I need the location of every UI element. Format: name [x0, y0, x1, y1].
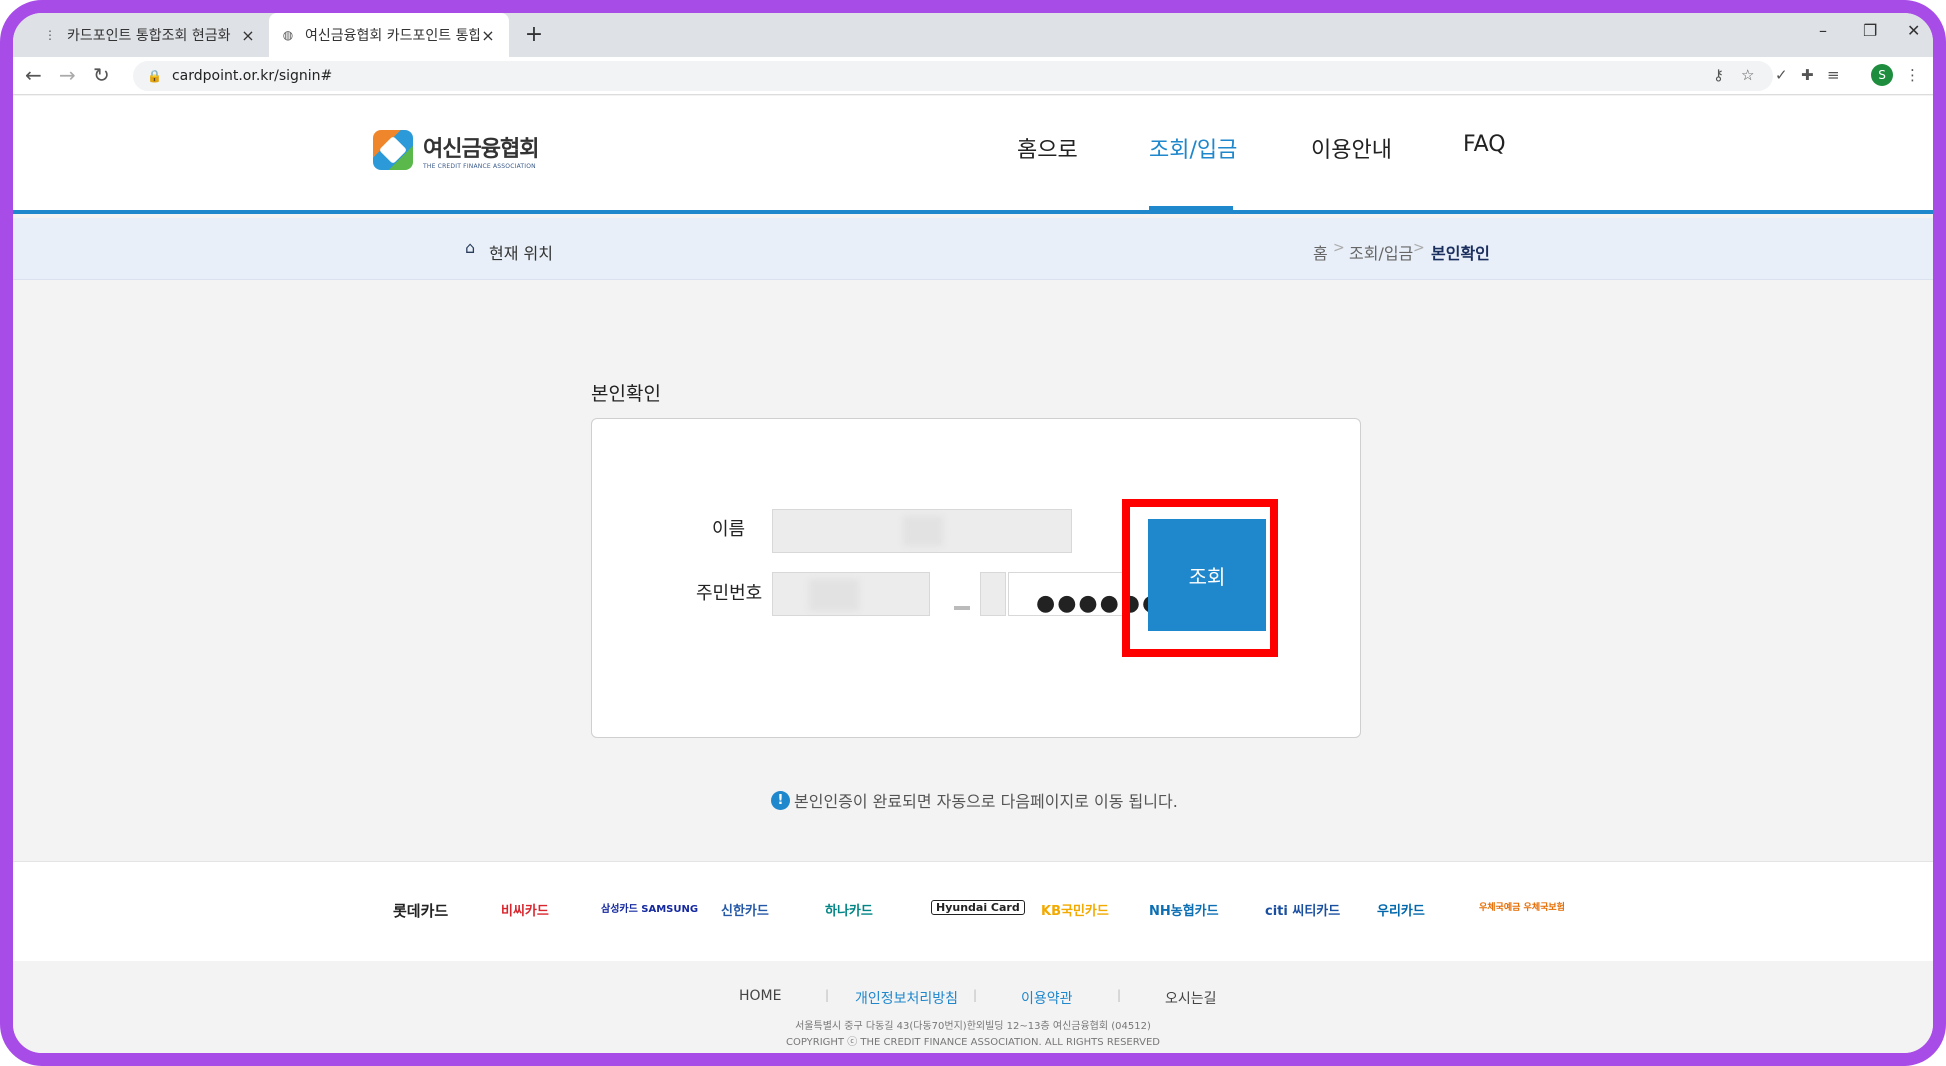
browser-tab[interactable]: ⋮ 카드포인트 통합조회 현금화 × [31, 13, 269, 57]
footer-home-link[interactable]: HOME [739, 988, 781, 1004]
nav-faq[interactable]: FAQ [1463, 132, 1506, 157]
window-close-icon[interactable]: ✕ [1907, 21, 1920, 40]
browser-tab-active[interactable]: ◍ 여신금융협회 카드포인트 통합조 × [269, 13, 509, 57]
footer-copyright: COPYRIGHT ⓒ THE CREDIT FINANCE ASSOCIATI… [785, 1037, 1161, 1048]
name-input[interactable] [772, 509, 1072, 553]
footer-terms-link[interactable]: 이용약관 [1021, 988, 1073, 1008]
location-label: 현재 위치 [489, 244, 553, 263]
browser-tab-bar: ⋮ 카드포인트 통합조회 현금화 × ◍ 여신금융협회 카드포인트 통합조 × … [13, 13, 1933, 57]
partner-hana[interactable]: 하나카드 [825, 900, 873, 919]
new-tab-button[interactable]: + [521, 22, 547, 47]
close-tab-icon[interactable]: × [479, 26, 497, 45]
breadcrumb-separator-icon: > [1413, 240, 1425, 256]
restore-icon[interactable]: ❐ [1863, 21, 1877, 40]
back-icon[interactable]: ← [25, 63, 42, 87]
media-icon[interactable]: ≡ [1827, 66, 1840, 84]
globe-icon: ◍ [282, 28, 294, 42]
inquiry-button[interactable]: 조회 [1148, 519, 1266, 631]
address-bar[interactable]: 🔒 cardpoint.or.kr/signin# [133, 61, 1773, 91]
puzzle-icon[interactable]: ✚ [1801, 66, 1814, 84]
notice-text: 본인인증이 완료되면 자동으로 다음페이지로 이동 됩니다. [794, 792, 1178, 811]
logo-subtitle: THE CREDIT FINANCE ASSOCIATION [423, 162, 536, 170]
footer-address: 서울특별시 중구 다동길 43(다동70번지)한외빌딩 12~13층 여신금융협… [795, 1021, 1151, 1032]
footer-separator: | [825, 988, 830, 1002]
notice-message: ! 본인인증이 완료되면 자동으로 다음페이지로 이동 됩니다. [771, 788, 1178, 812]
site-footer: HOME | 개인정보처리방침 | 이용약관 | 오시는길 서울특별시 중구 다… [13, 961, 1933, 1053]
rrn-front-input[interactable] [772, 572, 930, 616]
location-bar: ⌂ 현재 위치 홈 > 조회/입금 > 본인확인 [13, 218, 1933, 280]
masked-value [809, 579, 859, 611]
partner-shinhan[interactable]: 신한카드 [721, 900, 769, 919]
logo-icon [373, 130, 413, 170]
star-icon[interactable]: ☆ [1741, 66, 1754, 84]
site-header: 여신금융협회 THE CREDIT FINANCE ASSOCIATION 홈으… [13, 96, 1933, 214]
tab-favicon-icon: ⋮ [44, 28, 56, 42]
name-label: 이름 [712, 519, 746, 540]
screenshot-frame: ⋮ 카드포인트 통합조회 현금화 × ◍ 여신금융협회 카드포인트 통합조 × … [0, 0, 1946, 1066]
footer-separator: | [1117, 988, 1122, 1002]
reload-icon[interactable]: ↻ [93, 63, 110, 87]
partner-lotte[interactable]: 롯데카드 [393, 900, 448, 921]
nav-inquiry[interactable]: 조회/입금 [1149, 132, 1237, 164]
minimize-icon[interactable]: – [1819, 21, 1827, 40]
partner-hyundai[interactable]: Hyundai Card [931, 900, 1025, 915]
menu-icon[interactable]: ⋮ [1905, 66, 1920, 84]
breadcrumb-home[interactable]: 홈 [1313, 240, 1328, 264]
url-text: cardpoint.or.kr/signin# [171, 68, 333, 84]
lock-icon: 🔒 [147, 69, 162, 83]
partner-bc[interactable]: 비씨카드 [501, 900, 549, 919]
breadcrumb-current: 본인확인 [1431, 244, 1490, 263]
info-icon: ! [771, 790, 790, 810]
site-logo[interactable]: 여신금융협회 THE CREDIT FINANCE ASSOCIATION [373, 130, 539, 170]
partner-logos: 롯데카드 비씨카드 삼성카드 SAMSUNG 신한카드 하나카드 Hyundai… [13, 861, 1933, 961]
masked-value [903, 516, 943, 546]
partner-kb[interactable]: KB국민카드 [1041, 900, 1109, 919]
web-page: 여신금융협회 THE CREDIT FINANCE ASSOCIATION 홈으… [13, 96, 1933, 1053]
forward-icon[interactable]: → [59, 63, 76, 87]
footer-directions-link[interactable]: 오시는길 [1165, 988, 1217, 1008]
rrn-label: 주민번호 [696, 583, 763, 604]
section-title: 본인확인 [591, 383, 661, 405]
partner-nh[interactable]: NH농협카드 [1149, 900, 1219, 919]
breadcrumb-separator-icon: > [1333, 240, 1345, 256]
browser-toolbar: ← → ↻ 🔒 cardpoint.or.kr/signin# ⚷ ☆ ✓ ✚ … [13, 57, 1933, 95]
rrn-dash [954, 606, 970, 610]
check-extension-icon[interactable]: ✓ [1775, 66, 1788, 84]
home-icon[interactable]: ⌂ [465, 238, 475, 257]
tab-title: 카드포인트 통합조회 현금화 [67, 28, 231, 44]
logo-name: 여신금융협회 [423, 136, 539, 162]
tab-title: 여신금융협회 카드포인트 통합조 [305, 28, 479, 44]
rrn-gender-input[interactable] [980, 572, 1006, 616]
partner-samsung[interactable]: 삼성카드 SAMSUNG [601, 900, 698, 915]
breadcrumb-inquiry[interactable]: 조회/입금 [1349, 240, 1413, 264]
partner-woori[interactable]: 우리카드 [1377, 900, 1425, 919]
nav-home[interactable]: 홈으로 [1017, 132, 1078, 164]
partner-epost[interactable]: 우체국예금 우체국보험 [1479, 900, 1565, 913]
key-icon[interactable]: ⚷ [1713, 66, 1724, 84]
partner-citi[interactable]: citi 씨티카드 [1265, 900, 1340, 919]
nav-guide[interactable]: 이용안내 [1311, 132, 1392, 164]
active-nav-indicator [1149, 206, 1233, 210]
close-tab-icon[interactable]: × [239, 26, 257, 45]
identity-form: 이름 주민번호 ●●●●●● 조회 [591, 418, 1361, 738]
footer-privacy-link[interactable]: 개인정보처리방침 [855, 988, 958, 1008]
profile-avatar[interactable]: S [1871, 64, 1893, 86]
footer-separator: | [973, 988, 978, 1002]
